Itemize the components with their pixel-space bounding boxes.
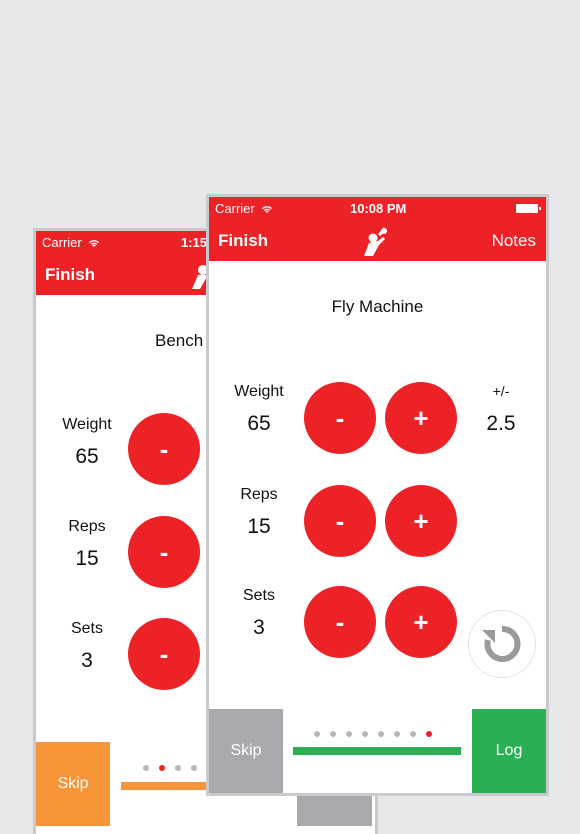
weight-plus-button[interactable]: + bbox=[385, 382, 457, 454]
sets-minus-button[interactable]: - bbox=[304, 586, 376, 658]
exercise-title: Fly Machine bbox=[331, 297, 424, 316]
reset-button[interactable] bbox=[468, 610, 536, 678]
nav-bar: Finish Notes bbox=[209, 219, 546, 261]
progress-track bbox=[293, 747, 461, 755]
reps-minus-button[interactable]: - bbox=[304, 485, 376, 557]
page-dots bbox=[143, 765, 207, 771]
weightlifter-icon bbox=[364, 227, 387, 256]
finish-button[interactable]: Finish bbox=[45, 265, 95, 285]
sets-label: Sets bbox=[242, 587, 275, 604]
progress-fill bbox=[293, 747, 461, 755]
weight-label: Weight bbox=[62, 416, 112, 433]
page-dot bbox=[362, 731, 368, 737]
reps-value: 15 bbox=[75, 547, 99, 570]
weight-value: 65 bbox=[247, 412, 271, 435]
skip-button[interactable]: Skip bbox=[209, 709, 283, 793]
status-time: 10:08 PM bbox=[350, 201, 407, 216]
progress-fill bbox=[121, 782, 215, 790]
exercise-title: Bench bbox=[155, 331, 204, 350]
wifi-icon bbox=[262, 206, 273, 213]
sets-minus-button[interactable]: - bbox=[128, 618, 200, 690]
notes-button[interactable]: Notes bbox=[492, 231, 536, 251]
reps-plus-button[interactable]: + bbox=[385, 485, 457, 557]
increment-label: +/- bbox=[492, 383, 510, 399]
sets-label: Sets bbox=[70, 620, 103, 637]
weight-minus-button[interactable]: - bbox=[128, 413, 200, 485]
page-dots bbox=[314, 731, 442, 737]
page-dot bbox=[143, 765, 149, 771]
page-dot bbox=[346, 731, 352, 737]
page-dot bbox=[394, 731, 400, 737]
skip-button[interactable]: Skip bbox=[36, 742, 110, 826]
reps-value: 15 bbox=[247, 515, 271, 538]
reps-label: Reps bbox=[68, 518, 106, 535]
page-dot bbox=[191, 765, 197, 771]
page-dot bbox=[410, 731, 416, 737]
reps-minus-button[interactable]: - bbox=[128, 516, 200, 588]
battery-icon bbox=[516, 204, 541, 213]
finish-button[interactable]: Finish bbox=[218, 231, 268, 251]
weight-value: 65 bbox=[75, 445, 99, 468]
weight-minus-button[interactable]: - bbox=[304, 382, 376, 454]
carrier-label: Carrier bbox=[215, 201, 273, 216]
page-dot bbox=[175, 765, 181, 771]
reps-label: Reps bbox=[240, 486, 278, 503]
increment-value[interactable]: 2.5 bbox=[456, 412, 546, 436]
weight-label: Weight bbox=[234, 383, 284, 400]
log-button[interactable]: Log bbox=[472, 709, 546, 793]
page-dot bbox=[314, 731, 320, 737]
front-phone-screen: Carrier 10:08 PM Finish Notes Fly Machin… bbox=[206, 194, 549, 796]
status-bar: Carrier 10:08 PM bbox=[209, 197, 546, 219]
sets-value: 3 bbox=[253, 616, 265, 639]
carrier-label: Carrier bbox=[42, 235, 100, 250]
page-dot bbox=[378, 731, 384, 737]
page-dot bbox=[330, 731, 336, 737]
undo-icon bbox=[482, 625, 521, 662]
page-dot bbox=[426, 731, 432, 737]
sets-value: 3 bbox=[81, 649, 93, 672]
bottom-bar: Skip Log bbox=[209, 709, 546, 793]
status-time: 1:15 bbox=[181, 235, 208, 250]
sets-plus-button[interactable]: + bbox=[385, 586, 457, 658]
wifi-icon bbox=[89, 240, 100, 247]
page-dot bbox=[159, 765, 165, 771]
